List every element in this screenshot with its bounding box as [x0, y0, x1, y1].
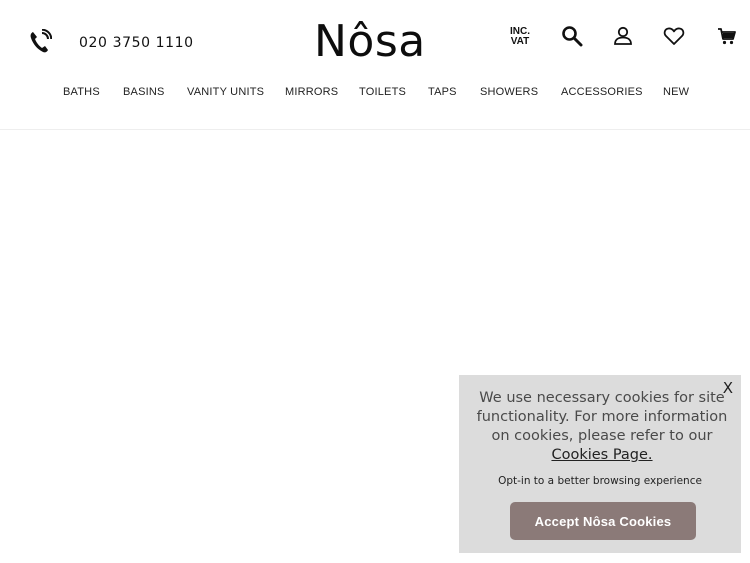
- nav-item-toilets[interactable]: TOILETS: [359, 86, 406, 98]
- phone-icon[interactable]: [28, 28, 53, 55]
- vat-toggle[interactable]: INC. VAT: [506, 27, 534, 47]
- main-nav: BATHS BASINS VANITY UNITS MIRRORS TOILET…: [0, 86, 750, 104]
- heart-icon[interactable]: [662, 24, 686, 48]
- page: 020 3750 1110 Nôsa INC. VAT BATHS BASINS…: [0, 0, 750, 563]
- nav-item-baths[interactable]: BATHS: [63, 86, 100, 98]
- nav-item-vanity-units[interactable]: VANITY UNITS: [187, 86, 264, 98]
- account-icon[interactable]: [611, 24, 635, 48]
- basket-icon[interactable]: [715, 24, 739, 48]
- site-logo[interactable]: Nôsa: [314, 14, 426, 70]
- nav-item-showers[interactable]: SHOWERS: [480, 86, 538, 98]
- accept-cookies-button[interactable]: Accept Nôsa Cookies: [510, 502, 696, 540]
- cookies-page-link[interactable]: Cookies Page.: [551, 447, 652, 463]
- nav-item-taps[interactable]: TAPS: [428, 86, 457, 98]
- phone-number[interactable]: 020 3750 1110: [79, 35, 194, 51]
- cookie-message-text: We use necessary cookies for site functi…: [476, 390, 728, 444]
- nav-item-new[interactable]: NEW: [663, 86, 689, 98]
- cookie-banner: X We use necessary cookies for site func…: [459, 375, 741, 553]
- cookie-message: We use necessary cookies for site functi…: [473, 389, 731, 465]
- nav-item-basins[interactable]: BASINS: [123, 86, 165, 98]
- cookie-optin-text: Opt-in to a better browsing experience: [498, 475, 702, 487]
- nav-item-accessories[interactable]: ACCESSORIES: [561, 86, 643, 98]
- search-icon[interactable]: [560, 24, 584, 48]
- vat-toggle-line2: VAT: [510, 36, 530, 47]
- site-header: 020 3750 1110 Nôsa INC. VAT BATHS BASINS…: [0, 0, 750, 130]
- nav-item-mirrors[interactable]: MIRRORS: [285, 86, 338, 98]
